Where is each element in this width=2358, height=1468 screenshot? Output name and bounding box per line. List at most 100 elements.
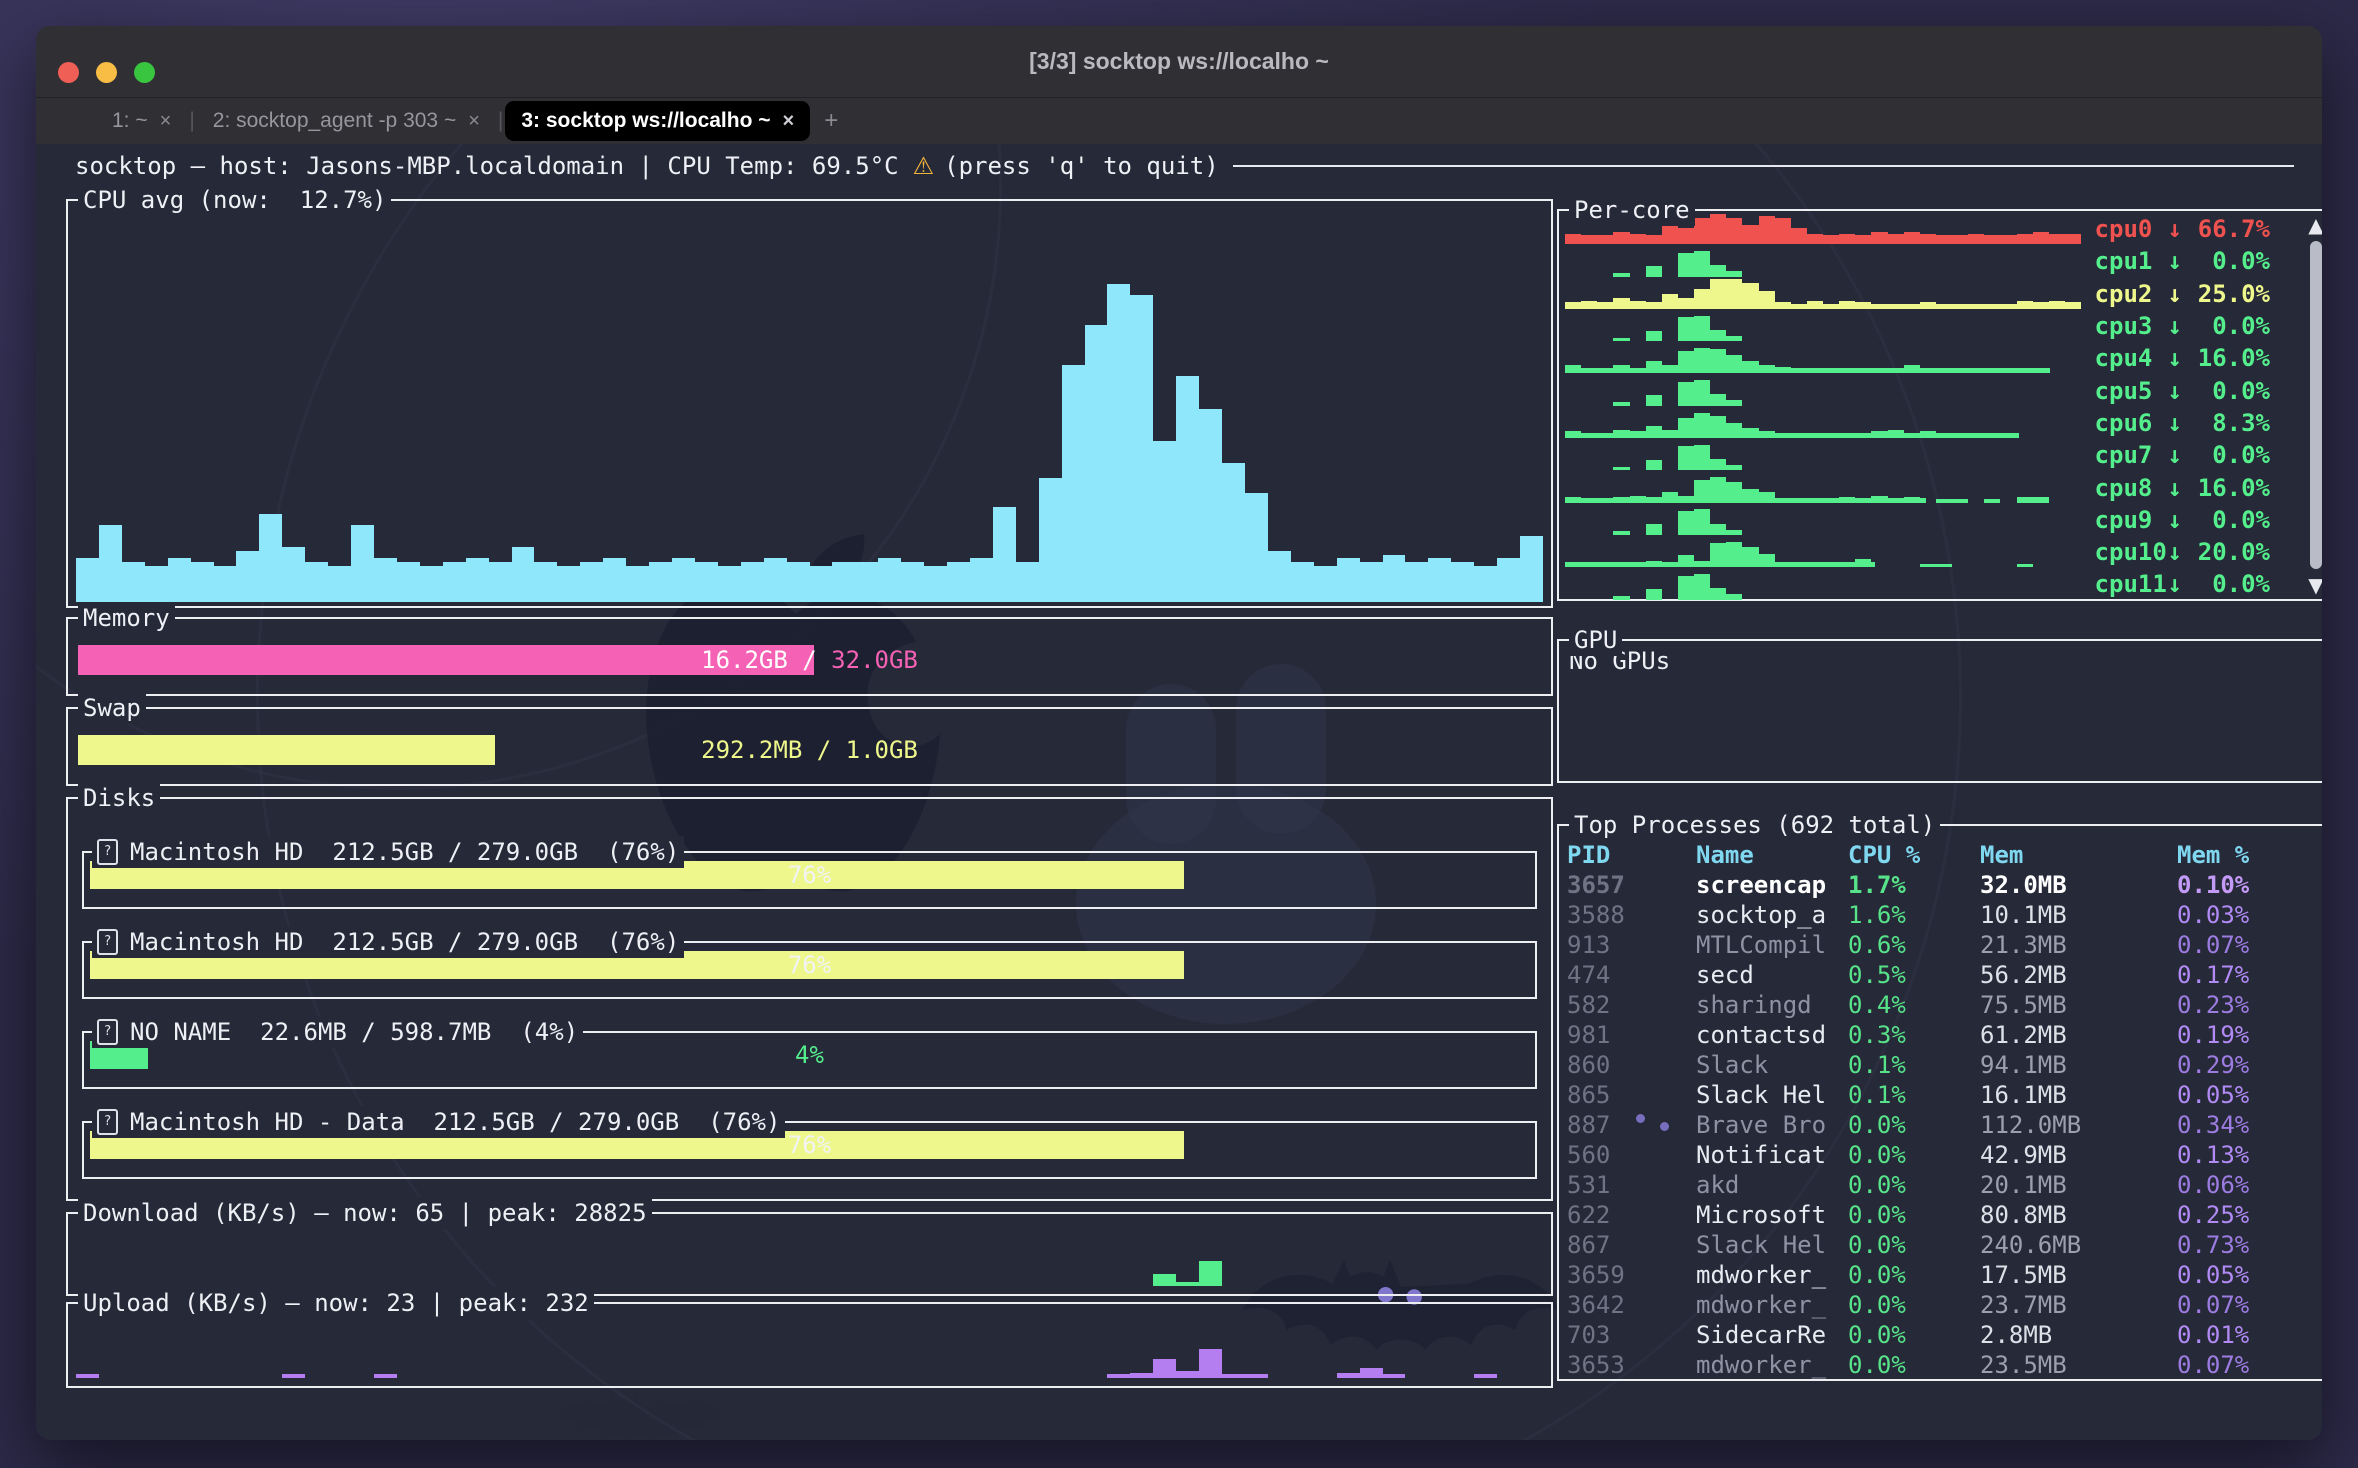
- per-core-baseline: [1565, 433, 2019, 438]
- process-cpu-percent: 0.1%: [1848, 1050, 1906, 1080]
- down-arrow-icon: ↓: [2168, 441, 2182, 469]
- per-core-row: cpu7↓0.0%: [1559, 439, 2322, 471]
- per-core-label: cpu11↓0.0%: [2095, 568, 2270, 600]
- process-pid: 582: [1567, 990, 1610, 1020]
- scrollbar-track[interactable]: [2310, 241, 2322, 569]
- tab-close-icon[interactable]: ×: [160, 110, 172, 133]
- per-core-row: cpu4↓16.0%: [1559, 342, 2322, 374]
- process-mem: 56.2MB: [1980, 960, 2067, 990]
- process-row[interactable]: 474secd0.5%56.2MB0.17%: [1567, 960, 2322, 990]
- quit-hint-text: (press 'q' to quit): [944, 152, 1219, 180]
- disk-title: ?Macintosh HD212.5GB / 279.0GB(76%): [92, 836, 684, 868]
- scroll-down-icon[interactable]: ▼: [2306, 573, 2322, 597]
- process-row[interactable]: 865Slack Hel0.1%16.1MB0.05%: [1567, 1080, 2322, 1110]
- core-name: cpu3: [2095, 312, 2168, 340]
- process-name: sharingd: [1696, 990, 1812, 1020]
- tab-2[interactable]: 2: socktop_agent -p 303 ~ ×: [197, 101, 496, 141]
- process-row[interactable]: 860Slack0.1%94.1MB0.29%: [1567, 1050, 2322, 1080]
- process-mem: 16.1MB: [1980, 1080, 2067, 1110]
- scroll-up-icon[interactable]: ▲: [2306, 213, 2322, 237]
- tab-1[interactable]: 1: ~ ×: [96, 101, 187, 141]
- per-core-baseline: [1565, 562, 1875, 567]
- per-core-row: cpu6↓8.3%: [1559, 407, 2322, 439]
- process-mem-percent: 0.10%: [2177, 870, 2249, 900]
- memory-meter: 16.2GB / 32.0GB: [78, 645, 1541, 675]
- process-name: Slack Hel: [1696, 1080, 1826, 1110]
- down-arrow-icon: ↓: [2168, 312, 2182, 340]
- process-row[interactable]: 582sharingd0.4%75.5MB0.23%: [1567, 990, 2322, 1020]
- per-core-label: cpu0↓66.7%: [2095, 213, 2270, 245]
- per-core-sparkline: [1565, 279, 2081, 309]
- disk-usage: 22.6MB / 598.7MB: [260, 1016, 491, 1048]
- process-pid: 865: [1567, 1080, 1610, 1110]
- per-core-row: cpu2↓25.0%: [1559, 278, 2322, 310]
- process-mem-percent: 0.01%: [2177, 1320, 2249, 1350]
- per-core-sparkline: [1565, 376, 2081, 406]
- process-mem: 17.5MB: [1980, 1260, 2067, 1290]
- process-name: Brave Bro: [1696, 1110, 1826, 1140]
- disk-name: NO NAME: [130, 1016, 231, 1048]
- download-title: Download (KB/s) — now: 65 | peak: 28825: [78, 1197, 652, 1229]
- process-row[interactable]: 3657screencap1.7%32.0MB0.10%: [1567, 870, 2322, 900]
- process-cpu-percent: 0.0%: [1848, 1110, 1906, 1140]
- process-cpu-percent: 0.0%: [1848, 1140, 1906, 1170]
- disk-panel: 4%?NO NAME22.6MB / 598.7MB(4%): [82, 1031, 1537, 1089]
- per-core-sparkline: [1565, 440, 2081, 470]
- down-arrow-icon: ↓: [2168, 474, 2182, 502]
- process-row[interactable]: 622Microsoft0.0%80.8MB0.25%: [1567, 1200, 2322, 1230]
- process-name: MTLCompil: [1696, 930, 1826, 960]
- core-usage-value: 66.7%: [2182, 215, 2270, 243]
- process-row[interactable]: 3659mdworker_0.0%17.5MB0.05%: [1567, 1260, 2322, 1290]
- download-chart: [76, 1240, 1543, 1286]
- per-core-sparkline: [1565, 473, 2081, 503]
- down-arrow-icon: ↓: [2168, 344, 2182, 372]
- process-mem: 240.6MB: [1980, 1230, 2081, 1260]
- process-cpu-percent: 1.6%: [1848, 900, 1906, 930]
- per-core-label: cpu1↓0.0%: [2095, 245, 2270, 277]
- per-core-row: cpu10↓20.0%: [1559, 536, 2322, 568]
- process-name: socktop_a: [1696, 900, 1826, 930]
- tab-separator: |: [498, 109, 503, 133]
- unknown-glyph-icon: ?: [97, 1109, 118, 1135]
- process-row[interactable]: 867Slack Hel0.0%240.6MB0.73%: [1567, 1230, 2322, 1260]
- memory-used-text: 16.2GB /: [701, 646, 817, 674]
- process-row[interactable]: 703SidecarRe0.0%2.8MB0.01%: [1567, 1320, 2322, 1350]
- process-pid: 3642: [1567, 1290, 1625, 1320]
- process-name: Notificat: [1696, 1140, 1826, 1170]
- process-row[interactable]: 531akd0.0%20.1MB0.06%: [1567, 1170, 2322, 1200]
- disk-panel: 76%?Macintosh HD212.5GB / 279.0GB(76%): [82, 941, 1537, 999]
- tab-3-active[interactable]: 3: socktop ws://localho ~ ×: [505, 101, 810, 141]
- process-row[interactable]: 3653mdworker_0.0%23.5MB0.07%: [1567, 1350, 2322, 1380]
- process-row[interactable]: 887Brave Bro0.0%112.0MB0.34%: [1567, 1110, 2322, 1140]
- upload-title: Upload (KB/s) — now: 23 | peak: 232: [78, 1287, 594, 1319]
- process-mem-percent: 0.07%: [2177, 1350, 2249, 1380]
- process-row[interactable]: 981contactsd0.3%61.2MB0.19%: [1567, 1020, 2322, 1050]
- core-name: cpu0: [2095, 215, 2168, 243]
- per-core-label: cpu9↓0.0%: [2095, 504, 2270, 536]
- core-usage-value: 0.0%: [2182, 377, 2270, 405]
- disks-title: Disks: [78, 782, 160, 814]
- process-pid: 560: [1567, 1140, 1610, 1170]
- per-core-label: cpu5↓0.0%: [2095, 374, 2270, 406]
- tab-close-icon[interactable]: ×: [468, 110, 480, 133]
- process-mem-percent: 0.17%: [2177, 960, 2249, 990]
- titlebar[interactable]: [3/3] socktop ws://localho ~: [36, 26, 2322, 98]
- tab-separator: |: [189, 109, 194, 133]
- unknown-glyph-icon: ?: [97, 929, 118, 955]
- down-arrow-icon: ↓: [2168, 570, 2182, 598]
- new-tab-button[interactable]: +: [824, 107, 838, 135]
- per-core-title: Per-core: [1569, 194, 1695, 226]
- tab-close-icon[interactable]: ×: [783, 110, 795, 133]
- process-cpu-percent: 0.3%: [1848, 1020, 1906, 1050]
- per-core-sparkline: [1565, 537, 2081, 567]
- process-row[interactable]: 913MTLCompil0.6%21.3MB0.07%: [1567, 930, 2322, 960]
- process-row[interactable]: 3642mdworker_0.0%23.7MB0.07%: [1567, 1290, 2322, 1320]
- process-row[interactable]: 560Notificat0.0%42.9MB0.13%: [1567, 1140, 2322, 1170]
- per-core-scrollbar[interactable]: ▲ ▼: [2306, 213, 2322, 597]
- process-row[interactable]: 3588socktop_a1.6%10.1MB0.03%: [1567, 900, 2322, 930]
- disk-usage: 212.5GB / 279.0GB: [434, 1106, 680, 1138]
- process-mem-percent: 0.05%: [2177, 1080, 2249, 1110]
- top-processes-panel: Top Processes (692 total) PID Name CPU %…: [1557, 824, 2322, 1381]
- per-core-row: cpu1↓0.0%: [1559, 245, 2322, 277]
- per-core-label: cpu10↓20.0%: [2095, 536, 2270, 568]
